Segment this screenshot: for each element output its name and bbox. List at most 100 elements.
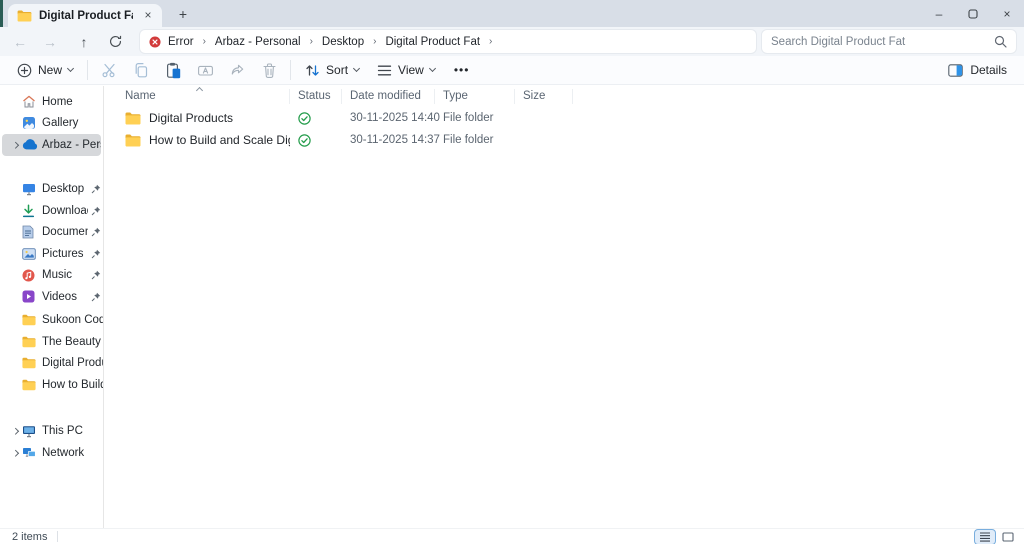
gallery-icon: [22, 116, 42, 130]
details-button-label: Details: [970, 63, 1007, 77]
column-header-date-modified[interactable]: Date modified: [342, 89, 435, 104]
sort-arrows-icon: [305, 63, 320, 78]
search-input[interactable]: [771, 36, 994, 48]
refresh-button[interactable]: [101, 27, 129, 56]
sidebar-item-gallery[interactable]: Gallery: [0, 113, 103, 135]
breadcrumb-chevron-icon[interactable]: ›: [483, 36, 498, 47]
chevron-down-icon: [67, 65, 74, 72]
pin-icon: [88, 184, 103, 194]
tab-close-icon[interactable]: ×: [140, 8, 156, 24]
folder-icon: [22, 357, 42, 369]
sidebar-item-onedrive[interactable]: Arbaz - Personal: [2, 134, 101, 156]
toolbar-divider: [87, 60, 88, 80]
date-modified: 30-11-2025 14:37: [342, 134, 435, 146]
file-name: Digital Products: [149, 111, 233, 125]
network-icon: [22, 447, 42, 459]
file-type: File folder: [435, 134, 515, 146]
sort-button[interactable]: Sort: [296, 58, 368, 82]
details-view-toggle[interactable]: [975, 530, 995, 544]
new-button-label: New: [38, 63, 62, 77]
paste-button[interactable]: [157, 58, 189, 82]
search-icon[interactable]: [994, 35, 1007, 48]
new-button[interactable]: New: [8, 58, 82, 82]
share-button[interactable]: [221, 58, 253, 82]
breadcrumb-onedrive[interactable]: Arbaz - Personal: [212, 36, 304, 48]
pin-icon: [88, 206, 103, 216]
downloads-icon: [22, 204, 42, 218]
new-tab-button[interactable]: +: [172, 5, 194, 25]
chevron-down-icon: [429, 65, 436, 72]
sidebar-item-desktop[interactable]: Desktop: [0, 179, 103, 201]
chevron-right-icon: [12, 450, 18, 456]
chevron-right-icon: [12, 428, 18, 434]
breadcrumb-desktop[interactable]: Desktop: [319, 36, 367, 48]
explorer-tab[interactable]: Digital Product Fat ×: [8, 4, 162, 27]
sidebar-item-pictures[interactable]: Pictures: [0, 243, 103, 265]
more-options-button[interactable]: •••: [444, 63, 480, 77]
pin-icon: [88, 227, 103, 237]
forward-button[interactable]: →: [36, 27, 64, 56]
item-count: 2 items: [0, 531, 57, 543]
sidebar-item-music[interactable]: Music: [0, 265, 103, 287]
breadcrumb-chevron-icon[interactable]: ›: [304, 36, 319, 47]
explorer-body: Home Gallery Arbaz - Personal Desktop: [0, 86, 1024, 528]
breadcrumb-error[interactable]: Error: [165, 36, 197, 48]
address-bar[interactable]: Error › Arbaz - Personal › Desktop › Dig…: [140, 30, 756, 53]
window-controls: – ×: [922, 0, 1024, 27]
copy-button[interactable]: [125, 58, 157, 82]
up-button[interactable]: ↑: [70, 27, 98, 56]
sidebar-item-this-pc[interactable]: This PC: [0, 421, 103, 443]
music-icon: [22, 269, 42, 282]
sidebar-item-folder-sukoon[interactable]: Sukoon Code Ad Cr: [0, 310, 103, 332]
minimize-button[interactable]: –: [922, 0, 956, 27]
videos-icon: [22, 290, 42, 303]
command-toolbar: New Sort View: [0, 56, 1024, 85]
desktop-icon: [22, 183, 42, 196]
sidebar-item-documents[interactable]: Documents: [0, 222, 103, 244]
navigation-sidebar: Home Gallery Arbaz - Personal Desktop: [0, 86, 104, 528]
sidebar-item-home[interactable]: Home: [0, 91, 103, 113]
thumbnail-view-toggle[interactable]: [998, 530, 1018, 544]
file-row-digital-products[interactable]: Digital Products 30-11-2025 14:40 File f…: [105, 107, 1024, 129]
maximize-button[interactable]: [956, 0, 990, 27]
column-header-status[interactable]: Status: [290, 89, 342, 104]
details-pane-button[interactable]: Details: [939, 58, 1016, 82]
cut-button[interactable]: [93, 58, 125, 82]
back-button[interactable]: ←: [6, 27, 34, 56]
pin-icon: [88, 249, 103, 259]
view-button[interactable]: View: [368, 58, 444, 82]
breadcrumb-chevron-icon[interactable]: ›: [197, 36, 212, 47]
breadcrumb-current-folder[interactable]: Digital Product Fat: [382, 36, 483, 48]
sidebar-item-network[interactable]: Network: [0, 442, 103, 464]
error-icon: [149, 36, 161, 48]
sidebar-item-downloads[interactable]: Downloads: [0, 200, 103, 222]
folder-icon: [22, 314, 42, 326]
sidebar-item-videos[interactable]: Videos: [0, 286, 103, 308]
rename-button[interactable]: [189, 58, 221, 82]
close-button[interactable]: ×: [990, 0, 1024, 27]
delete-button[interactable]: [253, 58, 285, 82]
search-box: [762, 30, 1016, 53]
breadcrumb-chevron-icon[interactable]: ›: [367, 36, 382, 47]
sidebar-item-folder-digital-products[interactable]: Digital Products: [0, 353, 103, 375]
file-row-how-to-build[interactable]: How to Build and Scale Digital Product S…: [105, 129, 1024, 151]
pin-icon: [88, 270, 103, 280]
file-name: How to Build and Scale Digital Product S…: [149, 133, 290, 147]
sidebar-item-folder-beauty[interactable]: The Beauty of Mod: [0, 331, 103, 353]
sidebar-item-folder-how-to-build[interactable]: How to Build and S: [0, 374, 103, 396]
column-header-type[interactable]: Type: [435, 89, 515, 104]
sync-status-icon: [298, 112, 311, 125]
pin-icon: [88, 292, 103, 302]
column-header-size[interactable]: Size: [515, 89, 573, 104]
column-headers: Name Status Date modified Type Size: [105, 86, 1024, 107]
file-explorer-window: Digital Product Fat × + – × ← → ↑ Error …: [0, 0, 1024, 544]
view-toggles: [975, 530, 1018, 544]
chevron-right-icon: [12, 142, 18, 148]
view-lines-icon: [377, 64, 392, 77]
status-bar: 2 items: [0, 528, 1024, 544]
this-pc-icon: [22, 425, 42, 438]
folder-icon: [22, 336, 42, 348]
plus-circle-icon: [17, 63, 32, 78]
details-pane-icon: [948, 64, 963, 77]
home-icon: [22, 95, 42, 108]
